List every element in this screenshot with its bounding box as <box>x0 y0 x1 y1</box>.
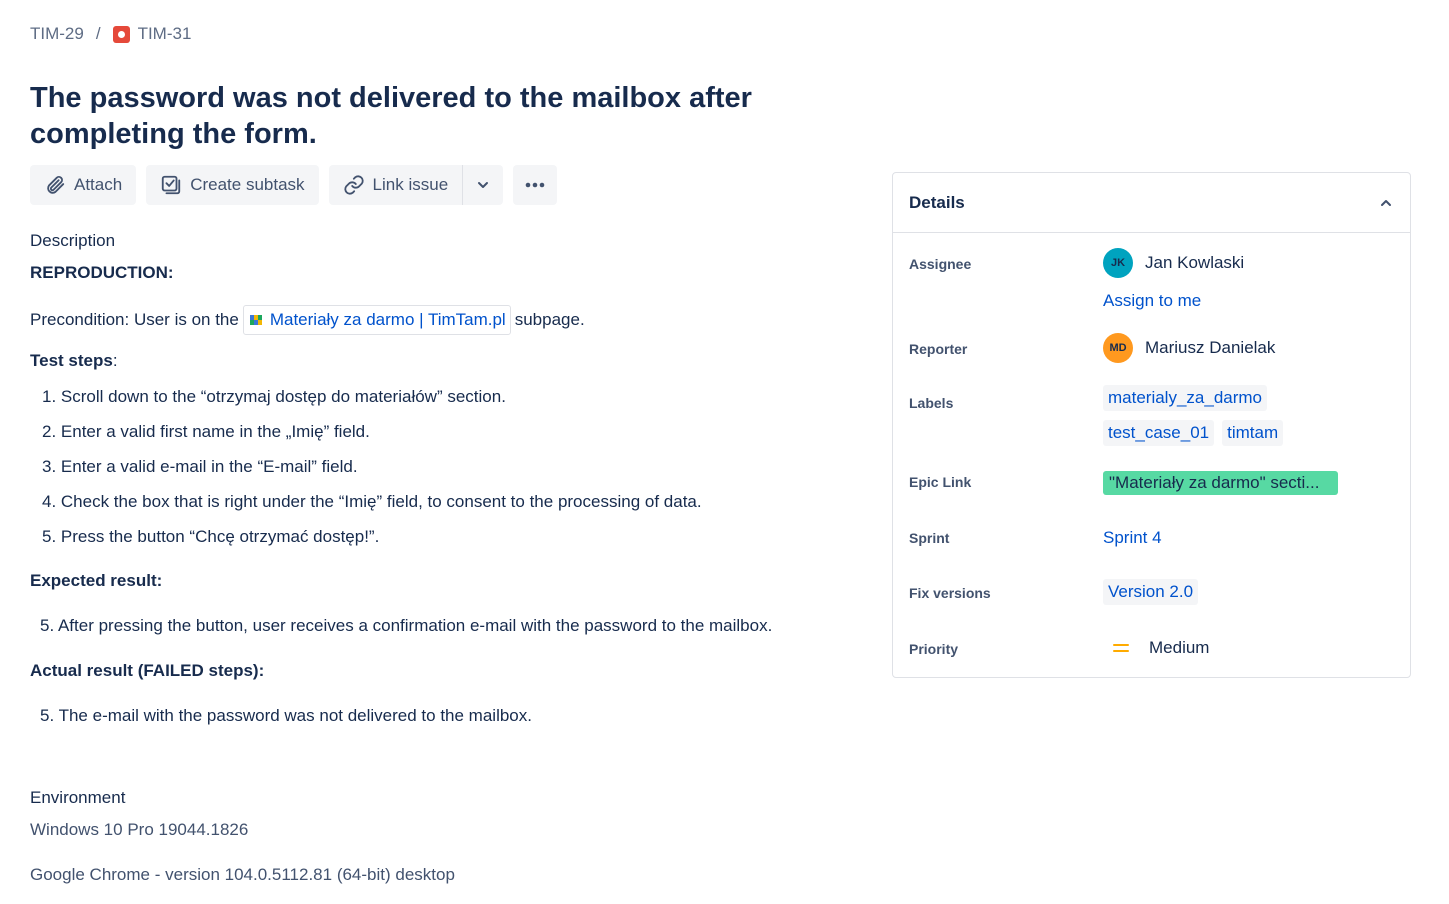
chevron-up-icon <box>1381 199 1391 206</box>
list-item: 4. Check the box that is right under the… <box>42 492 702 511</box>
priority-field[interactable]: Medium <box>1103 638 1209 658</box>
reproduction-heading: REPRODUCTION: <box>30 263 174 282</box>
description-heading: Description <box>30 231 116 250</box>
link-issue-group: Link issue <box>328 165 504 205</box>
breadcrumb-separator: / <box>95 24 101 43</box>
create-subtask-button[interactable]: Create subtask <box>146 165 319 205</box>
avatar: JK <box>1103 248 1133 278</box>
issue-toolbar: Attach Create subtask Link issue <box>30 165 567 205</box>
details-heading: Details <box>909 192 965 212</box>
priority-medium-icon <box>1113 644 1129 652</box>
avatar: MD <box>1103 333 1133 363</box>
epic-link-label: Epic Link <box>909 474 972 490</box>
sprint-label: Sprint <box>909 530 950 546</box>
expected-result-value: 5. After pressing the button, user recei… <box>40 616 773 635</box>
list-item: 2. Enter a valid first name in the „Imię… <box>42 422 370 441</box>
actual-result-value: 5. The e-mail with the password was not … <box>40 706 532 725</box>
list-item: 3. Enter a valid e-mail in the “E-mail” … <box>42 457 358 476</box>
details-header[interactable]: Details <box>893 173 1410 233</box>
create-subtask-button-label: Create subtask <box>190 175 305 194</box>
assign-to-me-link[interactable]: Assign to me <box>1103 291 1201 311</box>
environment-os[interactable]: Windows 10 Pro 19044.1826 <box>30 820 248 840</box>
assignee-name: Jan Kowlaski <box>1145 253 1245 272</box>
test-steps-heading: Test steps: <box>30 351 118 370</box>
label-tag[interactable]: timtam <box>1222 420 1284 446</box>
more-actions-button[interactable] <box>513 165 558 205</box>
link-icon <box>343 175 364 195</box>
assignee-field[interactable]: JK Jan Kowlaski <box>1103 248 1244 278</box>
fix-version-tag[interactable]: Version 2.0 <box>1103 579 1199 605</box>
description-body[interactable]: REPRODUCTION: Precondition: User is on t… <box>30 262 870 727</box>
precondition-prefix: Precondition: User is on the <box>30 310 239 329</box>
fix-versions-label: Fix versions <box>909 585 991 601</box>
reporter-label: Reporter <box>909 341 968 357</box>
link-issue-button-label: Link issue <box>372 175 449 194</box>
precondition-paragraph: Precondition: User is on the Materiały z… <box>30 305 870 335</box>
label-tag[interactable]: test_case_01 <box>1103 420 1215 446</box>
precondition-suffix: subpage. <box>514 310 585 329</box>
environment-browser[interactable]: Google Chrome - version 104.0.5112.81 (6… <box>30 865 455 885</box>
reporter-field[interactable]: MD Mariusz Danielak <box>1103 333 1275 363</box>
breadcrumb: TIM-29 / TIM-31 <box>30 24 191 44</box>
paperclip-icon <box>47 175 65 194</box>
link-issue-dropdown-button[interactable] <box>462 165 504 205</box>
expected-result-heading: Expected result: <box>30 571 163 590</box>
list-item: 1. Scroll down to the “otrzymaj dostęp d… <box>42 387 506 406</box>
smart-link-label: Materiały za darmo | TimTam.pl <box>269 310 506 329</box>
attach-button[interactable]: Attach <box>30 165 137 205</box>
labels-label: Labels <box>909 395 954 411</box>
chevron-down-icon <box>478 182 489 188</box>
assignee-label: Assignee <box>909 256 972 272</box>
label-tag[interactable]: materialy_za_darmo <box>1103 385 1268 411</box>
subtask-icon <box>162 175 181 195</box>
more-icon <box>525 182 545 188</box>
labels-field[interactable]: materialy_za_darmo <box>1103 385 1275 411</box>
sprint-link[interactable]: Sprint 4 <box>1103 528 1162 548</box>
priority-value: Medium <box>1149 638 1210 657</box>
smart-link[interactable]: Materiały za darmo | TimTam.pl <box>242 305 511 335</box>
attach-button-label: Attach <box>74 175 123 194</box>
labels-field-row-2: test_case_01 timtam <box>1103 420 1291 446</box>
epic-link-lozenge[interactable]: "Materiały za darmo" secti... <box>1103 471 1338 495</box>
environment-heading: Environment <box>30 788 126 807</box>
details-panel: Details Assignee JK Jan Kowlaski Assign … <box>892 172 1411 678</box>
test-steps-list: 1. Scroll down to the “otrzymaj dostęp d… <box>30 386 870 561</box>
reporter-name: Mariusz Danielak <box>1145 338 1276 357</box>
breadcrumb-current-link[interactable]: TIM-31 <box>138 24 192 44</box>
actual-result-heading: Actual result (FAILED steps): <box>30 661 265 680</box>
priority-label: Priority <box>909 641 959 657</box>
breadcrumb-parent-link[interactable]: TIM-29 <box>30 24 84 44</box>
link-issue-button[interactable]: Link issue <box>328 165 463 205</box>
list-item: 5. Press the button “Chcę otrzymać dostę… <box>42 527 380 546</box>
timtam-favicon-icon <box>249 315 262 325</box>
page-title[interactable]: The password was not delivered to the ma… <box>30 80 910 152</box>
bug-icon <box>112 25 130 43</box>
